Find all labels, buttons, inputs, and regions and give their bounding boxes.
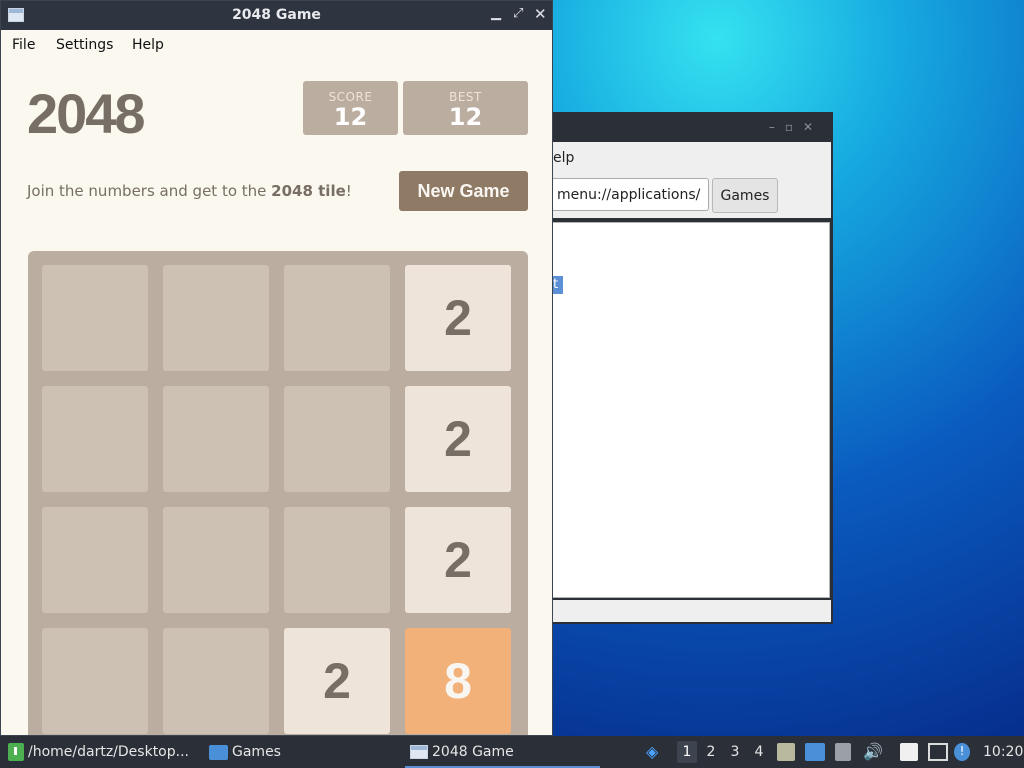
menu-settings[interactable]: Settings xyxy=(56,37,113,53)
background-window-controls[interactable]: –▫✕ xyxy=(769,120,823,134)
empty-cell xyxy=(42,507,148,613)
empty-cell xyxy=(42,628,148,734)
tile: 2 xyxy=(405,265,511,371)
empty-cell xyxy=(163,265,269,371)
status-bar xyxy=(553,600,831,622)
taskbar-games[interactable]: Games xyxy=(209,736,281,768)
empty-cell xyxy=(284,265,390,371)
best-value: 12 xyxy=(448,103,483,131)
games-path-button[interactable]: Games xyxy=(712,178,778,213)
score-label: SCORE xyxy=(328,90,373,104)
menubar: File Settings Help xyxy=(1,30,552,60)
background-menu-help[interactable]: elp xyxy=(553,150,574,166)
file-manager-icon[interactable] xyxy=(777,743,795,761)
score-box: SCORE 12 xyxy=(303,81,398,135)
menu-help[interactable]: Help xyxy=(132,37,164,53)
workspace-3[interactable]: 3 xyxy=(725,741,745,763)
file-view[interactable]: t xyxy=(553,222,830,598)
window-icon xyxy=(410,745,428,759)
window-title: 2048 Game xyxy=(232,7,321,23)
empty-cell xyxy=(284,507,390,613)
workspace-4[interactable]: 4 xyxy=(749,741,769,763)
notification-icon[interactable]: ! xyxy=(954,743,970,761)
network-icon[interactable] xyxy=(928,743,948,761)
taskbar-2048-label: 2048 Game xyxy=(432,744,514,760)
empty-cell xyxy=(163,386,269,492)
taskbar-games-label: Games xyxy=(232,744,281,760)
empty-cell xyxy=(163,507,269,613)
minimize-icon[interactable]: ▁ xyxy=(491,6,501,21)
tile: 2 xyxy=(284,628,390,734)
intro-text: Join the numbers and get to the 2048 til… xyxy=(27,182,352,200)
intro-prefix: Join the numbers and get to the xyxy=(27,182,272,200)
background-window-titlebar[interactable]: –▫✕ xyxy=(553,112,833,142)
eject-icon[interactable] xyxy=(835,743,851,761)
workspace-1[interactable]: 1 xyxy=(677,741,697,763)
menu-file[interactable]: File xyxy=(12,37,35,53)
taskbar-terminal-label: /home/dartz/Desktop... xyxy=(28,744,189,760)
game-board[interactable]: 22228 xyxy=(28,251,528,735)
taskbar: /home/dartz/Desktop... Games 2048 Game ◈… xyxy=(0,736,1024,768)
terminal-icon xyxy=(8,743,24,761)
tile: 8 xyxy=(405,628,511,734)
folder-icon xyxy=(209,744,228,760)
game-window: 2048 Game ▁ ⤢ ✕ File Settings Help 2048 … xyxy=(0,0,553,736)
background-window-menubar: elp xyxy=(553,142,831,174)
taskbar-2048[interactable]: 2048 Game xyxy=(405,736,600,768)
game-title: 2048 xyxy=(27,82,146,145)
window-titlebar[interactable]: 2048 Game ▁ ⤢ ✕ xyxy=(1,1,552,30)
location-bar[interactable]: menu://applications/ xyxy=(553,178,709,211)
intro-bold: 2048 tile xyxy=(271,182,346,200)
tile: 2 xyxy=(405,386,511,492)
maximize-icon[interactable]: ⤢ xyxy=(513,6,523,21)
desktop-icon[interactable] xyxy=(805,743,825,761)
empty-cell xyxy=(163,628,269,734)
intro-suffix: ! xyxy=(345,182,352,200)
close-icon[interactable]: ✕ xyxy=(534,5,547,23)
workspace-2[interactable]: 2 xyxy=(701,741,721,763)
background-window-toolbar: menu://applications/ Games xyxy=(553,174,831,218)
score-value: 12 xyxy=(333,103,368,131)
empty-cell xyxy=(284,386,390,492)
selected-item[interactable]: t xyxy=(553,276,563,294)
clock[interactable]: 10:20 xyxy=(983,736,1023,768)
best-box: BEST 12 xyxy=(403,81,528,135)
empty-cell xyxy=(42,265,148,371)
volume-icon[interactable]: 🔊 xyxy=(863,743,883,761)
empty-cell xyxy=(42,386,148,492)
taskbar-terminal[interactable]: /home/dartz/Desktop... xyxy=(8,736,189,768)
best-label: BEST xyxy=(449,90,482,104)
clipboard-icon[interactable] xyxy=(900,743,918,761)
tile: 2 xyxy=(405,507,511,613)
new-game-button[interactable]: New Game xyxy=(399,171,528,211)
network-manager-icon[interactable]: ◈ xyxy=(646,743,664,761)
background-window[interactable]: –▫✕ elp menu://applications/ Games t xyxy=(553,112,833,624)
